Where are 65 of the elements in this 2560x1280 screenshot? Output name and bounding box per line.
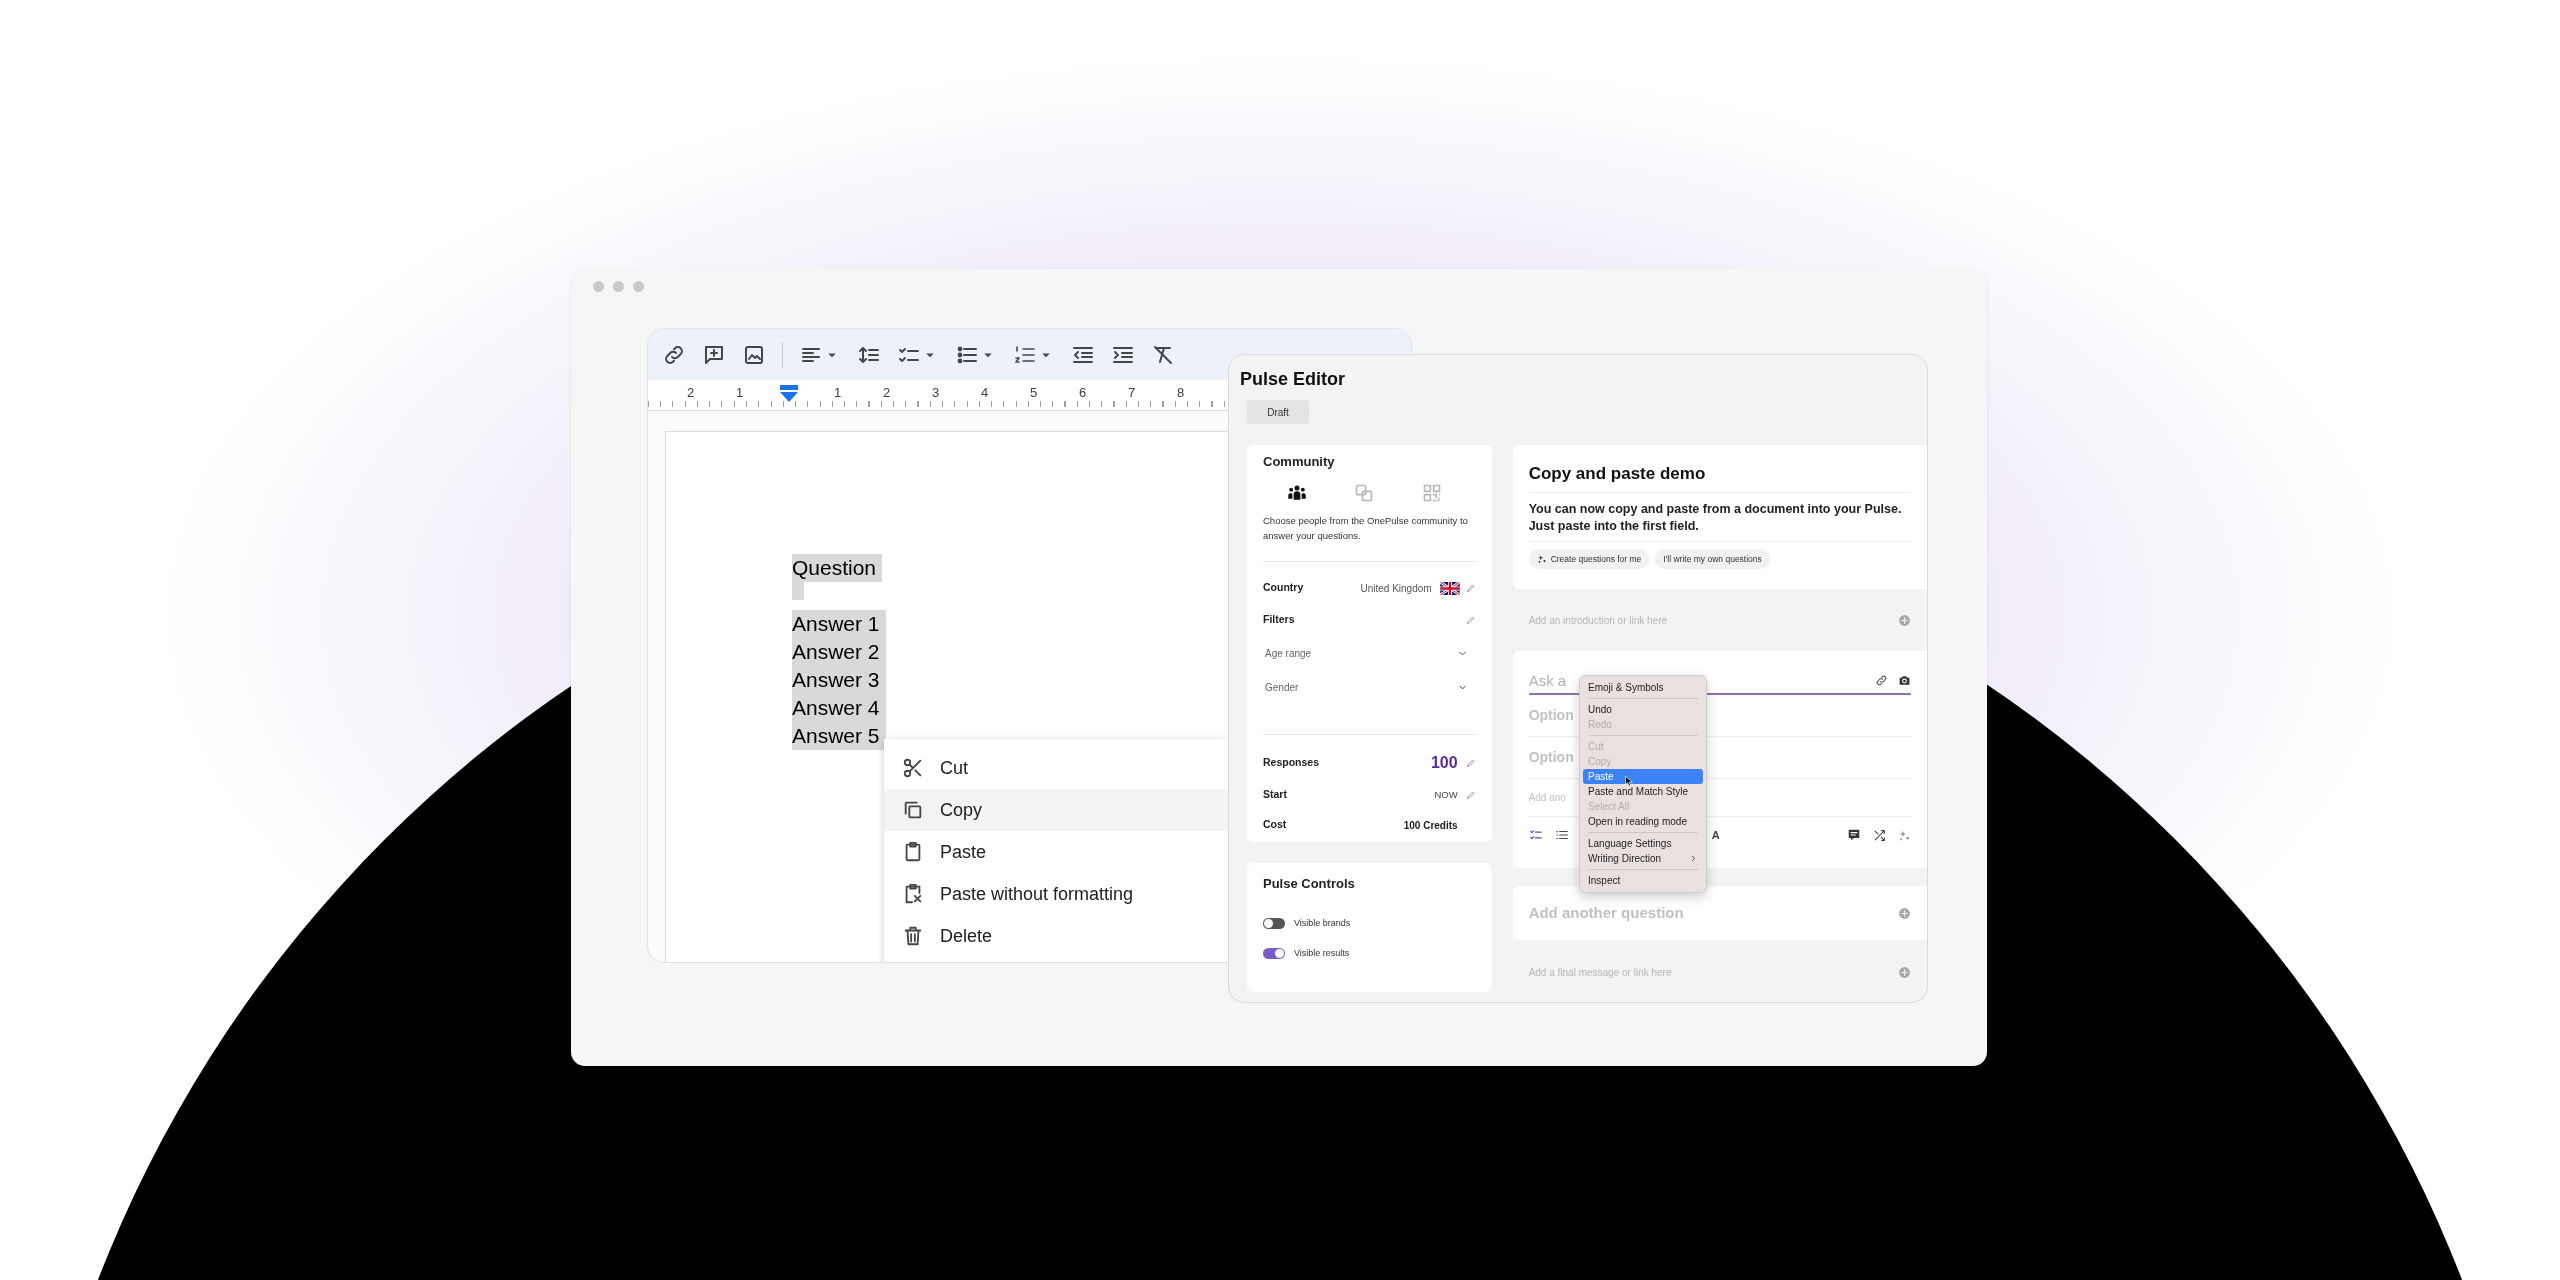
link-icon[interactable] (1875, 674, 1888, 687)
status-badge: Draft (1247, 400, 1309, 424)
menu-item[interactable]: Paste and Match Style (1583, 784, 1703, 799)
people-icon[interactable] (1286, 483, 1307, 503)
menu-item[interactable]: Paste (884, 831, 1228, 873)
panel-title: Pulse Editor (1240, 368, 1346, 391)
toggle-label: Visible results (1294, 946, 1350, 960)
description-text: You can now copy and paste from a document into your Pulse. Just paste into the first field. (1528, 493, 1911, 542)
toggle-switch[interactable] (1263, 947, 1285, 959)
menu-item[interactable]: Writing Direction (1583, 851, 1703, 866)
input-field[interactable]: Add an introduction or link here (1528, 612, 1898, 628)
menu-item[interactable]: Delete (884, 915, 1228, 957)
ruler-number: 2 (686, 385, 695, 402)
flag-icon (1439, 581, 1460, 595)
menu-item[interactable]: Open in reading mode (1583, 814, 1703, 829)
copy-icon (902, 799, 924, 821)
add-question-text: Add another question (1528, 902, 1685, 923)
description-text: Choose people from the OnePulse community to answer your questions. (1263, 514, 1469, 543)
list-icon[interactable] (1554, 828, 1569, 842)
toggle-label: Visible brands (1294, 917, 1351, 930)
chip-button[interactable]: Create questions for me (1528, 549, 1650, 569)
checklist-icon[interactable] (1528, 828, 1543, 842)
menu-item[interactable]: Language Settings (1583, 836, 1703, 851)
card-title: Copy and paste demo (1528, 463, 1911, 493)
menu-item[interactable]: Copy (884, 789, 1228, 831)
field-label: Filters (1263, 612, 1295, 628)
menu-item[interactable]: Undo (1583, 702, 1703, 717)
ruler-number: 7 (1127, 385, 1136, 402)
field-value: NOW (1434, 787, 1458, 802)
indent-marker-icon[interactable] (777, 385, 800, 403)
chip-button[interactable]: I'll write my own questions (1655, 549, 1770, 569)
comment-icon[interactable] (1847, 828, 1861, 842)
shuffle-icon[interactable] (1873, 828, 1886, 842)
chevron-right-icon (1689, 854, 1698, 863)
ruler-number: 6 (1078, 385, 1087, 402)
menu-item[interactable]: Inspect (1583, 873, 1703, 888)
ruler-number: 1 (735, 385, 744, 402)
field-label: Start (1263, 787, 1287, 803)
field-value: 100 Credits (1403, 818, 1458, 833)
field-label: Cost (1263, 817, 1287, 833)
font-style-button[interactable]: A (1711, 826, 1720, 844)
field-value: United Kingdom (1360, 581, 1432, 596)
camera-icon[interactable] (1898, 674, 1911, 687)
ruler-number: 4 (980, 385, 989, 402)
field-label: Responses (1263, 755, 1320, 771)
ruler-number: 5 (1029, 385, 1038, 402)
menu-item[interactable]: Emoji & Symbols (1583, 680, 1703, 695)
menu-item[interactable]: Paste (1583, 769, 1703, 784)
menu-item[interactable]: Cut (884, 747, 1228, 789)
ruler-number: 1 (833, 385, 842, 402)
ruler-number: 3 (931, 385, 940, 402)
trash-icon (902, 925, 924, 947)
menu-item[interactable]: Paste without formatting (884, 873, 1228, 915)
toggle-switch[interactable] (1263, 918, 1285, 930)
field-label: Country (1263, 580, 1304, 596)
ruler-number: 2 (882, 385, 891, 402)
card-title: Community (1263, 453, 1336, 471)
scissors-icon (902, 757, 924, 779)
dropdown[interactable]: Gender (1263, 676, 1476, 698)
mouse-pointer-icon (1623, 775, 1635, 787)
field-value: 100 (1430, 753, 1458, 773)
sparkle-icon (1536, 554, 1547, 564)
dropdown[interactable]: Age range (1263, 642, 1476, 664)
ruler-number: 8 (1176, 385, 1185, 402)
card-title: Pulse Controls (1263, 875, 1356, 893)
